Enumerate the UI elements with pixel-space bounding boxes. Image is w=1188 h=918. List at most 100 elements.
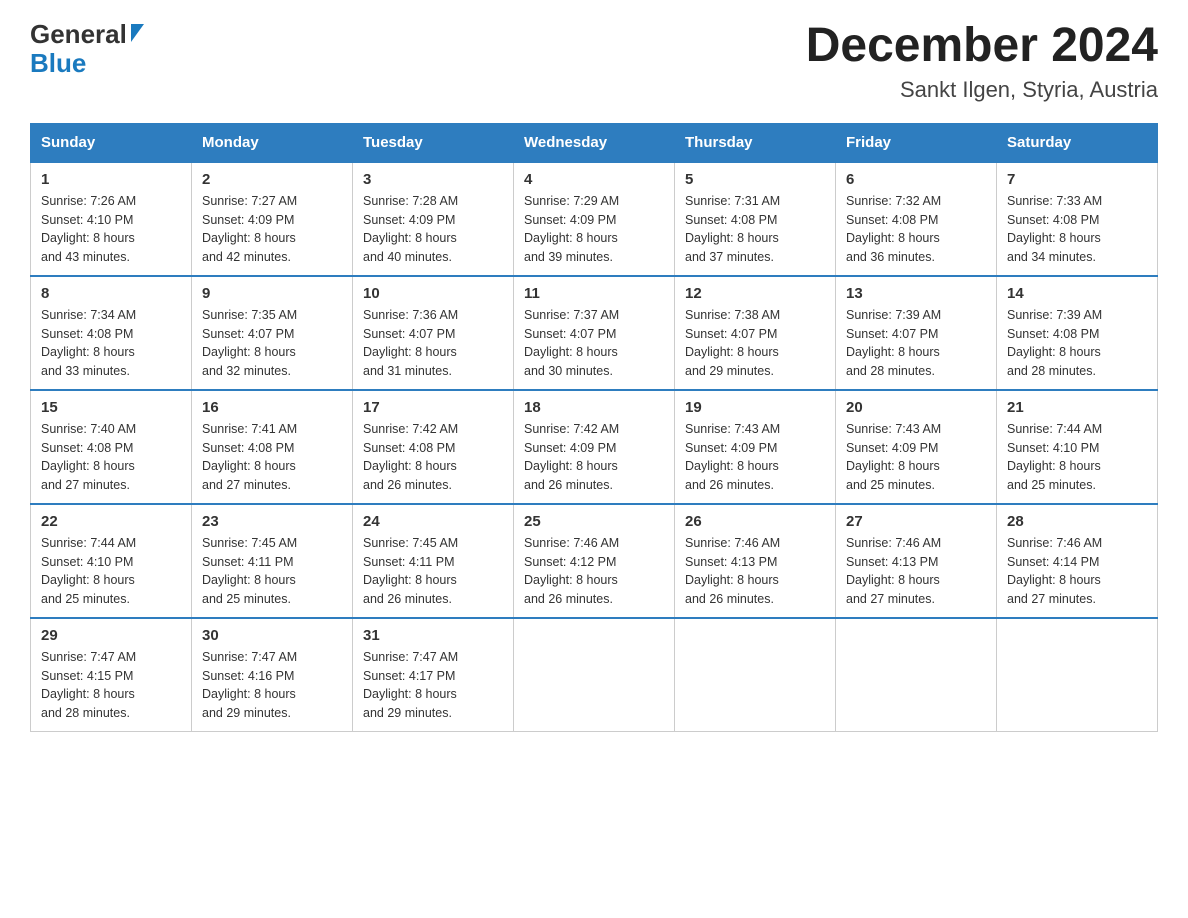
day-info: Sunrise: 7:43 AMSunset: 4:09 PMDaylight:… bbox=[846, 420, 986, 495]
calendar-cell: 14 Sunrise: 7:39 AMSunset: 4:08 PMDaylig… bbox=[997, 276, 1158, 390]
day-number: 18 bbox=[524, 399, 664, 416]
calendar-body: 1 Sunrise: 7:26 AMSunset: 4:10 PMDayligh… bbox=[31, 162, 1158, 732]
calendar-cell: 6 Sunrise: 7:32 AMSunset: 4:08 PMDayligh… bbox=[836, 162, 997, 276]
day-header-friday: Friday bbox=[836, 123, 997, 162]
calendar-cell: 23 Sunrise: 7:45 AMSunset: 4:11 PMDaylig… bbox=[192, 504, 353, 618]
day-info: Sunrise: 7:39 AMSunset: 4:08 PMDaylight:… bbox=[1007, 306, 1147, 381]
calendar-cell: 16 Sunrise: 7:41 AMSunset: 4:08 PMDaylig… bbox=[192, 390, 353, 504]
calendar-cell: 3 Sunrise: 7:28 AMSunset: 4:09 PMDayligh… bbox=[353, 162, 514, 276]
calendar-cell: 22 Sunrise: 7:44 AMSunset: 4:10 PMDaylig… bbox=[31, 504, 192, 618]
logo: General Blue bbox=[30, 20, 144, 77]
day-number: 22 bbox=[41, 513, 181, 530]
calendar-table: SundayMondayTuesdayWednesdayThursdayFrid… bbox=[30, 123, 1158, 732]
calendar-cell: 1 Sunrise: 7:26 AMSunset: 4:10 PMDayligh… bbox=[31, 162, 192, 276]
logo-icon: General Blue bbox=[30, 20, 144, 77]
day-number: 13 bbox=[846, 285, 986, 302]
day-number: 9 bbox=[202, 285, 342, 302]
page-subtitle: Sankt Ilgen, Styria, Austria bbox=[806, 77, 1158, 103]
day-info: Sunrise: 7:46 AMSunset: 4:14 PMDaylight:… bbox=[1007, 534, 1147, 609]
calendar-cell: 9 Sunrise: 7:35 AMSunset: 4:07 PMDayligh… bbox=[192, 276, 353, 390]
day-info: Sunrise: 7:29 AMSunset: 4:09 PMDaylight:… bbox=[524, 192, 664, 267]
day-number: 3 bbox=[363, 171, 503, 188]
day-info: Sunrise: 7:34 AMSunset: 4:08 PMDaylight:… bbox=[41, 306, 181, 381]
day-info: Sunrise: 7:28 AMSunset: 4:09 PMDaylight:… bbox=[363, 192, 503, 267]
day-info: Sunrise: 7:46 AMSunset: 4:13 PMDaylight:… bbox=[685, 534, 825, 609]
day-number: 17 bbox=[363, 399, 503, 416]
calendar-cell: 30 Sunrise: 7:47 AMSunset: 4:16 PMDaylig… bbox=[192, 618, 353, 732]
calendar-cell: 31 Sunrise: 7:47 AMSunset: 4:17 PMDaylig… bbox=[353, 618, 514, 732]
day-info: Sunrise: 7:47 AMSunset: 4:17 PMDaylight:… bbox=[363, 648, 503, 723]
day-info: Sunrise: 7:38 AMSunset: 4:07 PMDaylight:… bbox=[685, 306, 825, 381]
day-number: 23 bbox=[202, 513, 342, 530]
week-row-2: 8 Sunrise: 7:34 AMSunset: 4:08 PMDayligh… bbox=[31, 276, 1158, 390]
calendar-cell: 11 Sunrise: 7:37 AMSunset: 4:07 PMDaylig… bbox=[514, 276, 675, 390]
calendar-cell bbox=[514, 618, 675, 732]
day-info: Sunrise: 7:44 AMSunset: 4:10 PMDaylight:… bbox=[1007, 420, 1147, 495]
day-number: 19 bbox=[685, 399, 825, 416]
calendar-cell: 7 Sunrise: 7:33 AMSunset: 4:08 PMDayligh… bbox=[997, 162, 1158, 276]
day-number: 2 bbox=[202, 171, 342, 188]
day-info: Sunrise: 7:32 AMSunset: 4:08 PMDaylight:… bbox=[846, 192, 986, 267]
calendar-cell: 18 Sunrise: 7:42 AMSunset: 4:09 PMDaylig… bbox=[514, 390, 675, 504]
day-info: Sunrise: 7:47 AMSunset: 4:15 PMDaylight:… bbox=[41, 648, 181, 723]
calendar-cell: 24 Sunrise: 7:45 AMSunset: 4:11 PMDaylig… bbox=[353, 504, 514, 618]
day-info: Sunrise: 7:39 AMSunset: 4:07 PMDaylight:… bbox=[846, 306, 986, 381]
day-info: Sunrise: 7:33 AMSunset: 4:08 PMDaylight:… bbox=[1007, 192, 1147, 267]
calendar-cell: 29 Sunrise: 7:47 AMSunset: 4:15 PMDaylig… bbox=[31, 618, 192, 732]
day-header-thursday: Thursday bbox=[675, 123, 836, 162]
calendar-cell: 27 Sunrise: 7:46 AMSunset: 4:13 PMDaylig… bbox=[836, 504, 997, 618]
calendar-cell bbox=[675, 618, 836, 732]
day-number: 27 bbox=[846, 513, 986, 530]
day-number: 12 bbox=[685, 285, 825, 302]
calendar-cell: 21 Sunrise: 7:44 AMSunset: 4:10 PMDaylig… bbox=[997, 390, 1158, 504]
day-number: 21 bbox=[1007, 399, 1147, 416]
day-number: 5 bbox=[685, 171, 825, 188]
day-info: Sunrise: 7:43 AMSunset: 4:09 PMDaylight:… bbox=[685, 420, 825, 495]
logo-line1: General bbox=[30, 20, 144, 49]
page-title: December 2024 bbox=[806, 20, 1158, 73]
day-number: 15 bbox=[41, 399, 181, 416]
calendar-cell: 10 Sunrise: 7:36 AMSunset: 4:07 PMDaylig… bbox=[353, 276, 514, 390]
title-block: December 2024 Sankt Ilgen, Styria, Austr… bbox=[806, 20, 1158, 103]
day-info: Sunrise: 7:35 AMSunset: 4:07 PMDaylight:… bbox=[202, 306, 342, 381]
calendar-cell: 4 Sunrise: 7:29 AMSunset: 4:09 PMDayligh… bbox=[514, 162, 675, 276]
day-info: Sunrise: 7:31 AMSunset: 4:08 PMDaylight:… bbox=[685, 192, 825, 267]
calendar-cell: 25 Sunrise: 7:46 AMSunset: 4:12 PMDaylig… bbox=[514, 504, 675, 618]
day-number: 14 bbox=[1007, 285, 1147, 302]
day-info: Sunrise: 7:36 AMSunset: 4:07 PMDaylight:… bbox=[363, 306, 503, 381]
day-header-sunday: Sunday bbox=[31, 123, 192, 162]
calendar-cell: 12 Sunrise: 7:38 AMSunset: 4:07 PMDaylig… bbox=[675, 276, 836, 390]
day-header-monday: Monday bbox=[192, 123, 353, 162]
day-info: Sunrise: 7:45 AMSunset: 4:11 PMDaylight:… bbox=[363, 534, 503, 609]
day-info: Sunrise: 7:45 AMSunset: 4:11 PMDaylight:… bbox=[202, 534, 342, 609]
day-number: 4 bbox=[524, 171, 664, 188]
day-info: Sunrise: 7:44 AMSunset: 4:10 PMDaylight:… bbox=[41, 534, 181, 609]
week-row-5: 29 Sunrise: 7:47 AMSunset: 4:15 PMDaylig… bbox=[31, 618, 1158, 732]
day-number: 10 bbox=[363, 285, 503, 302]
day-info: Sunrise: 7:40 AMSunset: 4:08 PMDaylight:… bbox=[41, 420, 181, 495]
calendar-cell: 20 Sunrise: 7:43 AMSunset: 4:09 PMDaylig… bbox=[836, 390, 997, 504]
calendar-cell: 17 Sunrise: 7:42 AMSunset: 4:08 PMDaylig… bbox=[353, 390, 514, 504]
calendar-cell: 5 Sunrise: 7:31 AMSunset: 4:08 PMDayligh… bbox=[675, 162, 836, 276]
day-number: 1 bbox=[41, 171, 181, 188]
day-info: Sunrise: 7:46 AMSunset: 4:13 PMDaylight:… bbox=[846, 534, 986, 609]
day-number: 24 bbox=[363, 513, 503, 530]
week-row-4: 22 Sunrise: 7:44 AMSunset: 4:10 PMDaylig… bbox=[31, 504, 1158, 618]
week-row-3: 15 Sunrise: 7:40 AMSunset: 4:08 PMDaylig… bbox=[31, 390, 1158, 504]
day-number: 30 bbox=[202, 627, 342, 644]
day-number: 25 bbox=[524, 513, 664, 530]
day-number: 28 bbox=[1007, 513, 1147, 530]
day-info: Sunrise: 7:41 AMSunset: 4:08 PMDaylight:… bbox=[202, 420, 342, 495]
day-info: Sunrise: 7:26 AMSunset: 4:10 PMDaylight:… bbox=[41, 192, 181, 267]
calendar-cell: 2 Sunrise: 7:27 AMSunset: 4:09 PMDayligh… bbox=[192, 162, 353, 276]
calendar-cell: 8 Sunrise: 7:34 AMSunset: 4:08 PMDayligh… bbox=[31, 276, 192, 390]
day-header-tuesday: Tuesday bbox=[353, 123, 514, 162]
day-info: Sunrise: 7:47 AMSunset: 4:16 PMDaylight:… bbox=[202, 648, 342, 723]
day-number: 31 bbox=[363, 627, 503, 644]
calendar-cell: 28 Sunrise: 7:46 AMSunset: 4:14 PMDaylig… bbox=[997, 504, 1158, 618]
days-of-week-row: SundayMondayTuesdayWednesdayThursdayFrid… bbox=[31, 123, 1158, 162]
calendar-cell: 15 Sunrise: 7:40 AMSunset: 4:08 PMDaylig… bbox=[31, 390, 192, 504]
calendar-cell bbox=[997, 618, 1158, 732]
day-number: 11 bbox=[524, 285, 664, 302]
logo-triangle-icon bbox=[131, 24, 144, 42]
